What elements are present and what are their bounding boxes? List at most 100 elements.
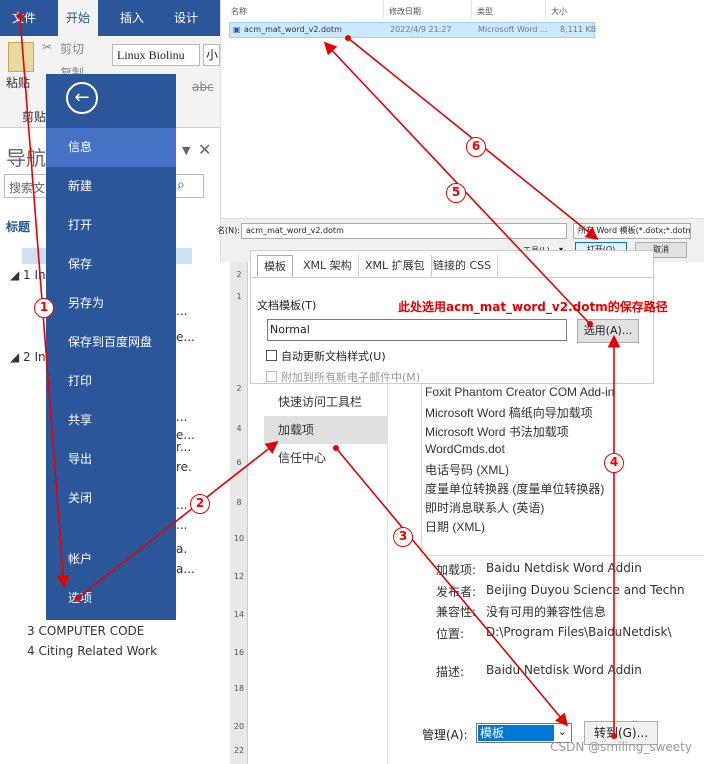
menu-save[interactable]: 保存 (46, 245, 176, 284)
font-name-box[interactable]: Linux Biolinu (112, 44, 200, 66)
column-header-date[interactable]: 修改日期 (389, 6, 421, 17)
back-arrow-icon[interactable]: ← (66, 82, 98, 114)
close-icon[interactable]: ✕ (198, 140, 211, 159)
addin-item[interactable]: Foxit Phantom Creator COM Add-in (425, 385, 614, 399)
column-divider (545, 0, 546, 18)
category-addins[interactable]: 加载项 (264, 416, 388, 444)
choose-template-button[interactable]: 选用(A)... (577, 319, 639, 343)
nav-fragment: ... (176, 304, 188, 318)
attach-email-label: 附加到所有新电子邮件中(M) (281, 371, 421, 384)
nav-fragment: re. (176, 460, 192, 474)
menu-save-as[interactable]: 另存为 (46, 284, 176, 323)
detail-value-addin: Baidu Netdisk Word Addin (486, 561, 642, 575)
tab-divider (251, 277, 655, 278)
auto-update-label: 自动更新文档样式(U) (281, 350, 386, 363)
template-path-value: Normal (270, 323, 310, 336)
addin-item[interactable]: WordCmds.dot (425, 442, 505, 456)
ruler-number: 18 (233, 684, 245, 693)
paste-icon[interactable] (8, 42, 34, 72)
menu-close[interactable]: 关闭 (46, 479, 176, 518)
menu-info[interactable]: 信息 (46, 128, 176, 167)
filename-input[interactable]: acm_mat_word_v2.dotm (241, 223, 567, 239)
addins-panel: Foxit Phantom Creator COM Add-in Microso… (388, 380, 704, 764)
chevron-down-icon[interactable]: ⌄ (558, 725, 567, 738)
nav-fragment: a. (176, 542, 188, 556)
detail-label-publisher: 发布者: (436, 585, 477, 599)
ruler-number: 12 (233, 572, 245, 581)
nav-fragment: ... (176, 410, 188, 424)
attach-email-checkbox[interactable] (266, 371, 277, 382)
paste-label[interactable]: 粘贴 (6, 74, 30, 91)
addin-item[interactable]: Microsoft Word 书法加载项 (425, 423, 569, 440)
menu-new[interactable]: 新建 (46, 167, 176, 206)
menu-save-to-baidu[interactable]: 保存到百度网盘 (46, 323, 176, 362)
menu-share[interactable]: 共享 (46, 401, 176, 440)
nav-fragment: ... (176, 498, 188, 512)
file-size: 8,111 KB (560, 25, 597, 34)
nav-options-icon[interactable]: ▼ (182, 144, 190, 157)
ribbon-tab-bar: 文件 开始 插入 设计 (0, 0, 220, 36)
nav-heading-2[interactable]: ◢ 2 In (10, 350, 46, 364)
tab-insert[interactable]: 插入 (112, 0, 152, 36)
nav-heading-1[interactable]: ◢ 1 In (10, 268, 46, 282)
auto-update-checkbox[interactable] (266, 350, 277, 361)
file-row-selected[interactable]: ▣ acm_mat_word_v2.dotm 2022/4/9 21:27 Mi… (229, 22, 597, 38)
nav-title: 导航 (6, 146, 46, 170)
nav-heading-3[interactable]: 3 COMPUTER CODE (27, 624, 144, 638)
menu-open[interactable]: 打开 (46, 206, 176, 245)
scissors-icon[interactable]: ✂ (42, 40, 52, 54)
strikethrough-button[interactable]: abc (192, 80, 214, 94)
addin-item[interactable]: 日期 (XML) (425, 518, 485, 535)
ruler-number: 6 (236, 458, 242, 467)
manage-label: 管理(A): (422, 728, 468, 742)
category-trust-center[interactable]: 信任中心 (264, 444, 388, 472)
cut-label[interactable]: 剪切 (60, 40, 84, 57)
tab-xml-expansion[interactable]: XML 扩展包 (359, 255, 432, 277)
category-quick-access-toolbar[interactable]: 快速访问工具栏 (264, 388, 388, 416)
ruler-number: 10 (233, 534, 245, 543)
menu-options[interactable]: 选项 (46, 579, 176, 618)
menu-print[interactable]: 打印 (46, 362, 176, 401)
tab-templates[interactable]: 模板 (257, 255, 293, 277)
nav-fragment: r... (176, 440, 192, 454)
clipboard-group-label: 剪贴 (22, 110, 47, 124)
font-size-box[interactable]: 小 (203, 44, 220, 66)
step-badge-5: 5 (446, 183, 466, 203)
column-header-name[interactable]: 名称 (231, 6, 247, 17)
column-header-type[interactable]: 类型 (477, 6, 493, 17)
list-border (421, 555, 704, 556)
tab-file[interactable]: 文件 (4, 0, 44, 36)
menu-export[interactable]: 导出 (46, 440, 176, 479)
ruler-number: 20 (233, 722, 245, 731)
backstage-menu: ← 信息 新建 打开 保存 另存为 保存到百度网盘 打印 共享 导出 关闭 帐户… (46, 74, 176, 620)
menu-account[interactable]: 帐户 (46, 540, 176, 579)
file-type: Microsoft Word ... (478, 25, 548, 34)
column-header-size[interactable]: 大小 (551, 6, 567, 17)
nav-headings-tab[interactable]: 标题 (6, 218, 30, 235)
tab-home[interactable]: 开始 (58, 0, 99, 36)
nav-heading-4[interactable]: 4 Citing Related Work (27, 644, 157, 658)
column-divider (383, 0, 384, 18)
file-date: 2022/4/9 21:27 (390, 25, 452, 34)
detail-value-publisher: Beijing Duyou Science and Techn (486, 583, 685, 597)
detail-label-location: 位置: (436, 627, 465, 641)
addin-item[interactable]: 度量单位转换器 (度量单位转换器) (425, 480, 604, 497)
filename-label: 名(N): (217, 226, 240, 235)
manage-select-value: 模板 (478, 725, 554, 741)
file-open-dialog: 名称 修改日期 类型 大小 ▣ acm_mat_word_v2.dotm 202… (217, 0, 704, 262)
templates-dialog: 模板 XML 架构 XML 扩展包 链接的 CSS 文档模板(T) Normal… (250, 250, 655, 384)
tab-design[interactable]: 设计 (166, 0, 206, 36)
nav-fragment: a... (176, 562, 195, 576)
tab-xml-schema[interactable]: XML 架构 (297, 255, 359, 277)
ruler-number: 4 (236, 424, 242, 433)
doc-template-label: 文档模板(T) (257, 299, 317, 312)
search-icon[interactable]: ⌕ (177, 177, 185, 193)
addin-item[interactable]: 电话号码 (XML) (425, 461, 509, 478)
tab-linked-css[interactable]: 链接的 CSS (427, 255, 499, 277)
addin-item[interactable]: 即时消息联系人 (英语) (425, 499, 544, 516)
template-path-input[interactable]: Normal (267, 319, 567, 341)
column-divider (471, 0, 472, 18)
file-type-filter[interactable]: 所有 Word 模板(*.dotx;*.dotm (573, 223, 691, 239)
options-category-list: 快速访问工具栏 加载项 信任中心 (264, 380, 388, 764)
addin-item[interactable]: Microsoft Word 稿纸向导加载项 (425, 404, 593, 421)
